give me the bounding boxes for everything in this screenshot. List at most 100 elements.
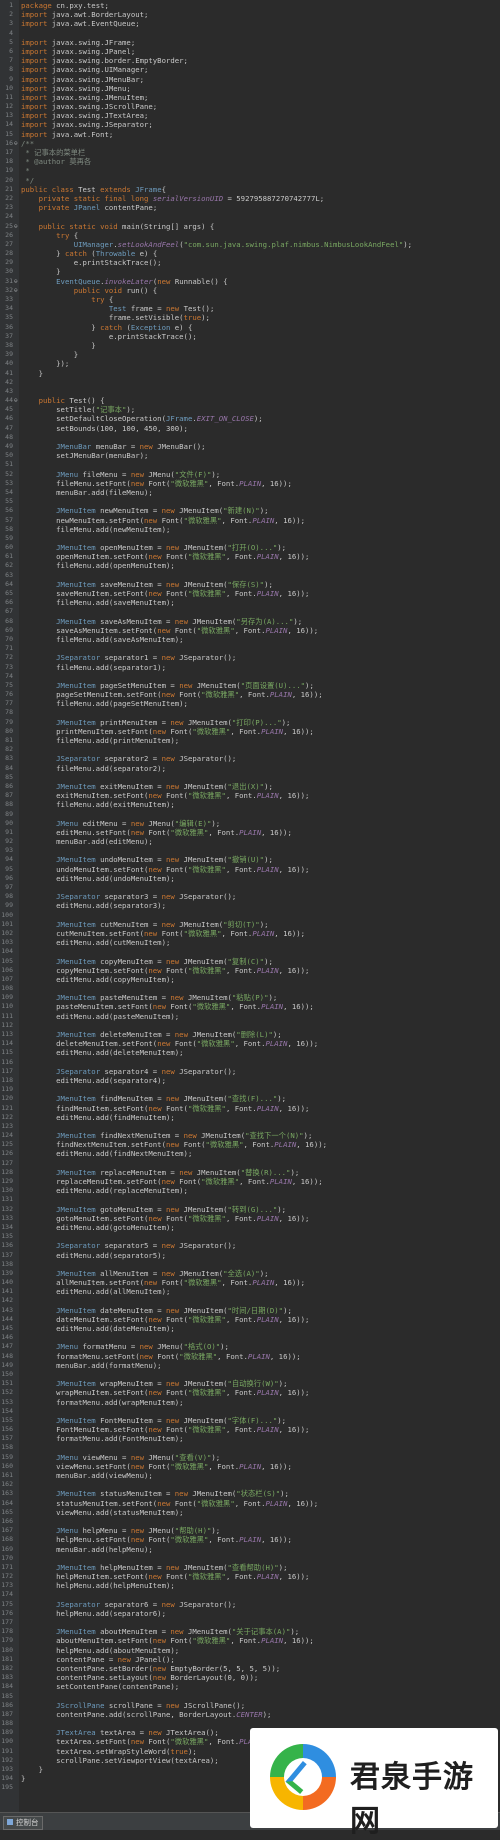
line-number: 36	[5, 322, 13, 331]
code-line: 16 ⊖/**	[0, 139, 500, 148]
line-number: 45	[5, 405, 13, 414]
line-number: 101	[1, 919, 13, 928]
line-number: 175	[1, 1599, 13, 1608]
code-token: );	[290, 1167, 300, 1177]
code-line: 109 JMenuItem pasteMenuItem = new JMenuI…	[0, 993, 500, 1002]
code-token: CENTER	[236, 1709, 263, 1719]
line-number: 121	[1, 1103, 13, 1112]
code-line: 111 editMenu.add(pasteMenuItem);	[0, 1012, 500, 1021]
code-line: 106 copyMenuItem.setFont(new Font("微软雅黑"…	[0, 966, 500, 975]
code-line: 44 ⊖ public Test() {	[0, 396, 500, 405]
code-token: });	[21, 359, 70, 369]
line-number: 39	[5, 350, 13, 359]
fold-toggle-icon[interactable]: ⊖	[14, 222, 18, 231]
line-number: 77	[5, 699, 13, 708]
code-token: );	[211, 1526, 221, 1536]
code-text: JMenuItem pageSetMenuItem = new JMenuIte…	[21, 681, 314, 690]
code-token: );	[303, 1131, 313, 1141]
code-line: 86 JMenuItem exitMenuItem = new JMenuIte…	[0, 782, 500, 791]
code-text: JMenuItem saveMenuItem = new JMenuItem("…	[21, 580, 273, 589]
code-token: PLAIN	[256, 1572, 279, 1582]
fold-toggle-icon[interactable]: ⊖	[14, 139, 18, 148]
code-token: , Font.	[234, 1498, 266, 1508]
line-number: 84	[5, 763, 13, 772]
code-text: }	[21, 350, 78, 359]
code-line: 185	[0, 1692, 500, 1701]
code-token: JMenuItem(	[174, 919, 224, 929]
code-line: 155 JMenuItem FontMenuItem = new JMenuIt…	[0, 1416, 500, 1425]
code-line: 55	[0, 497, 500, 506]
line-number: 154	[1, 1406, 13, 1415]
code-text: *	[21, 166, 29, 175]
code-token: editMenu.add(allMenuItem);	[21, 1287, 171, 1297]
code-text: contentPane.add(scrollPane, BorderLayout…	[21, 1710, 271, 1719]
line-number: 44	[5, 396, 13, 405]
code-token: JMenuItem	[56, 579, 96, 589]
console-tab[interactable]: 控制台	[3, 1816, 43, 1830]
code-line: 72 JSeparator separator1 = new JSeparato…	[0, 653, 500, 662]
code-line: 97	[0, 883, 500, 892]
code-token: new	[161, 1066, 175, 1076]
code-token: JMenuItem(	[179, 781, 228, 791]
code-token: );	[277, 1094, 287, 1104]
code-token: JMenuItem(	[179, 1415, 228, 1425]
code-text: */	[21, 176, 34, 185]
code-token: new	[166, 781, 180, 791]
code-text: helpMenu.add(separator6);	[21, 1609, 166, 1618]
code-text: printMenuItem.setFont(new Font("微软雅黑", F…	[21, 727, 314, 736]
code-text: import java.awt.EventQueue;	[21, 19, 140, 28]
code-text: JMenuItem openMenuItem = new JMenuItem("…	[21, 543, 286, 552]
code-line: 152 wrapMenuItem.setFont(new Font("微软雅黑"…	[0, 1388, 500, 1397]
code-token: saveMenuItem.setFont(	[21, 589, 149, 598]
line-number: 19	[5, 166, 13, 175]
code-line: 1 package cn.pxy.test;	[0, 1, 500, 10]
code-token: JMenuItem	[56, 717, 96, 727]
code-token: , 16));	[296, 1140, 328, 1150]
code-token: PLAIN	[239, 827, 262, 837]
line-number: 130	[1, 1186, 13, 1195]
fold-toggle-icon[interactable]: ⊖	[14, 286, 18, 295]
code-token: editMenu.add(dateMenuItem);	[21, 1324, 175, 1333]
code-token: JMenuItem	[56, 680, 96, 690]
code-line: 181 contentPane = new JPanel();	[0, 1655, 500, 1664]
code-token: import	[21, 46, 48, 56]
code-token: JSeparator();	[174, 653, 237, 663]
code-token: JSeparator	[56, 1066, 101, 1076]
line-number: 13	[5, 111, 13, 120]
code-token: new	[166, 543, 180, 553]
code-text: JMenuItem gotoMenuItem = new JMenuItem("…	[21, 1205, 286, 1214]
code-token: , 16));	[274, 1278, 306, 1288]
code-token: cn.pxy.test;	[51, 1, 109, 10]
code-token: new	[157, 276, 171, 286]
fold-toggle-icon[interactable]: ⊖	[14, 396, 18, 405]
code-token: JMenuItem(	[183, 993, 232, 1003]
code-token: "微软雅黑"	[196, 625, 235, 635]
code-token: fileMenu.add(printMenuItem);	[21, 736, 180, 745]
code-line: 48	[0, 433, 500, 442]
code-text: menuBar.add(formatMenu);	[21, 1361, 161, 1370]
code-token: new	[161, 1177, 175, 1186]
line-number: 129	[1, 1177, 13, 1185]
code-editor[interactable]: 1 package cn.pxy.test; 2 import java.awt.Bo…	[0, 0, 500, 1812]
line-number: 119	[1, 1085, 13, 1094]
line-number: 177	[1, 1618, 13, 1626]
code-text: findMenuItem.setFont(new Font("微软雅黑", Fo…	[21, 1104, 309, 1113]
code-token: JMenuItem(	[179, 1305, 228, 1315]
code-line: 23 private JPanel contentPane;	[0, 203, 500, 212]
code-token: public	[38, 396, 65, 406]
code-token: new	[130, 827, 145, 837]
code-line: 12 import javax.swing.JScrollPane;	[0, 102, 500, 111]
code-token: helpMenu.add(aboutMenuItem);	[21, 1645, 180, 1655]
code-token: "微软雅黑"	[192, 1636, 231, 1646]
line-number: 76	[5, 690, 13, 699]
console-icon	[7, 1819, 13, 1825]
code-token: JMenuItem(	[192, 1167, 241, 1177]
code-token: {	[69, 230, 79, 240]
fold-toggle-icon[interactable]: ⊖	[14, 277, 18, 286]
